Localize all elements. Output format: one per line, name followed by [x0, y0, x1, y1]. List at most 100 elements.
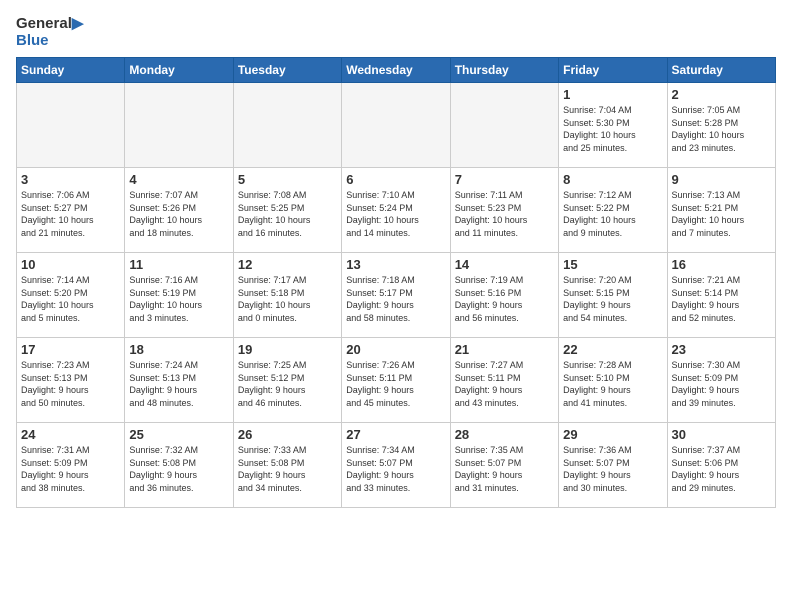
calendar-day-cell: 26 Sunrise: 7:33 AMSunset: 5:08 PMDayligh… [233, 423, 341, 508]
day-info: Sunrise: 7:30 AMSunset: 5:09 PMDaylight:… [672, 359, 771, 409]
logo: General▶ Blue [16, 16, 83, 49]
weekday-header-cell: Thursday [450, 58, 558, 83]
weekday-header-cell: Tuesday [233, 58, 341, 83]
day-info: Sunrise: 7:21 AMSunset: 5:14 PMDaylight:… [672, 274, 771, 324]
day-info: Sunrise: 7:06 AMSunset: 5:27 PMDaylight:… [21, 189, 120, 239]
calendar-day-cell [233, 83, 341, 168]
day-info: Sunrise: 7:17 AMSunset: 5:18 PMDaylight:… [238, 274, 337, 324]
day-number: 26 [238, 427, 337, 442]
day-number: 17 [21, 342, 120, 357]
day-info: Sunrise: 7:20 AMSunset: 5:15 PMDaylight:… [563, 274, 662, 324]
logo-general: General▶ [16, 16, 83, 33]
day-number: 29 [563, 427, 662, 442]
day-info: Sunrise: 7:14 AMSunset: 5:20 PMDaylight:… [21, 274, 120, 324]
day-info: Sunrise: 7:34 AMSunset: 5:07 PMDaylight:… [346, 444, 445, 494]
day-info: Sunrise: 7:35 AMSunset: 5:07 PMDaylight:… [455, 444, 554, 494]
day-number: 3 [21, 172, 120, 187]
day-number: 15 [563, 257, 662, 272]
calendar-day-cell: 10 Sunrise: 7:14 AMSunset: 5:20 PMDayligh… [17, 253, 125, 338]
calendar-day-cell: 1 Sunrise: 7:04 AMSunset: 5:30 PMDaylight… [559, 83, 667, 168]
day-info: Sunrise: 7:25 AMSunset: 5:12 PMDaylight:… [238, 359, 337, 409]
day-info: Sunrise: 7:19 AMSunset: 5:16 PMDaylight:… [455, 274, 554, 324]
logo-blue: Blue [16, 33, 83, 50]
day-number: 18 [129, 342, 228, 357]
calendar-week-row: 10 Sunrise: 7:14 AMSunset: 5:20 PMDayligh… [17, 253, 776, 338]
calendar-day-cell: 9 Sunrise: 7:13 AMSunset: 5:21 PMDaylight… [667, 168, 775, 253]
weekday-header-cell: Wednesday [342, 58, 450, 83]
day-number: 28 [455, 427, 554, 442]
calendar-day-cell: 5 Sunrise: 7:08 AMSunset: 5:25 PMDaylight… [233, 168, 341, 253]
day-number: 4 [129, 172, 228, 187]
calendar-table: SundayMondayTuesdayWednesdayThursdayFrid… [16, 57, 776, 508]
day-info: Sunrise: 7:05 AMSunset: 5:28 PMDaylight:… [672, 104, 771, 154]
calendar-day-cell: 25 Sunrise: 7:32 AMSunset: 5:08 PMDayligh… [125, 423, 233, 508]
calendar-day-cell: 4 Sunrise: 7:07 AMSunset: 5:26 PMDaylight… [125, 168, 233, 253]
day-info: Sunrise: 7:16 AMSunset: 5:19 PMDaylight:… [129, 274, 228, 324]
calendar-day-cell: 20 Sunrise: 7:26 AMSunset: 5:11 PMDayligh… [342, 338, 450, 423]
calendar-day-cell: 16 Sunrise: 7:21 AMSunset: 5:14 PMDayligh… [667, 253, 775, 338]
day-info: Sunrise: 7:23 AMSunset: 5:13 PMDaylight:… [21, 359, 120, 409]
day-number: 27 [346, 427, 445, 442]
day-info: Sunrise: 7:33 AMSunset: 5:08 PMDaylight:… [238, 444, 337, 494]
day-number: 13 [346, 257, 445, 272]
day-number: 8 [563, 172, 662, 187]
day-number: 19 [238, 342, 337, 357]
day-number: 11 [129, 257, 228, 272]
day-number: 14 [455, 257, 554, 272]
calendar-day-cell: 14 Sunrise: 7:19 AMSunset: 5:16 PMDayligh… [450, 253, 558, 338]
calendar-day-cell [17, 83, 125, 168]
calendar-day-cell: 18 Sunrise: 7:24 AMSunset: 5:13 PMDayligh… [125, 338, 233, 423]
calendar-day-cell: 2Sunrise: 7:05 AMSunset: 5:28 PMDaylight… [667, 83, 775, 168]
day-info: Sunrise: 7:11 AMSunset: 5:23 PMDaylight:… [455, 189, 554, 239]
weekday-header-cell: Sunday [17, 58, 125, 83]
day-number: 6 [346, 172, 445, 187]
day-info: Sunrise: 7:32 AMSunset: 5:08 PMDaylight:… [129, 444, 228, 494]
calendar-day-cell: 12 Sunrise: 7:17 AMSunset: 5:18 PMDayligh… [233, 253, 341, 338]
day-number: 7 [455, 172, 554, 187]
calendar-day-cell: 13 Sunrise: 7:18 AMSunset: 5:17 PMDayligh… [342, 253, 450, 338]
calendar-day-cell: 17 Sunrise: 7:23 AMSunset: 5:13 PMDayligh… [17, 338, 125, 423]
day-info: Sunrise: 7:28 AMSunset: 5:10 PMDaylight:… [563, 359, 662, 409]
day-info: Sunrise: 7:24 AMSunset: 5:13 PMDaylight:… [129, 359, 228, 409]
calendar-day-cell: 23Sunrise: 7:30 AMSunset: 5:09 PMDayligh… [667, 338, 775, 423]
day-number: 16 [672, 257, 771, 272]
calendar-day-cell: 15 Sunrise: 7:20 AMSunset: 5:15 PMDayligh… [559, 253, 667, 338]
calendar-day-cell: 8Sunrise: 7:12 AMSunset: 5:22 PMDaylight… [559, 168, 667, 253]
weekday-header-row: SundayMondayTuesdayWednesdayThursdayFrid… [17, 58, 776, 83]
day-info: Sunrise: 7:37 AMSunset: 5:06 PMDaylight:… [672, 444, 771, 494]
day-number: 12 [238, 257, 337, 272]
calendar-day-cell: 19 Sunrise: 7:25 AMSunset: 5:12 PMDayligh… [233, 338, 341, 423]
calendar-week-row: 24 Sunrise: 7:31 AMSunset: 5:09 PMDayligh… [17, 423, 776, 508]
day-number: 5 [238, 172, 337, 187]
calendar-day-cell: 21Sunrise: 7:27 AMSunset: 5:11 PMDayligh… [450, 338, 558, 423]
calendar-day-cell [450, 83, 558, 168]
day-number: 9 [672, 172, 771, 187]
day-number: 22 [563, 342, 662, 357]
day-info: Sunrise: 7:36 AMSunset: 5:07 PMDaylight:… [563, 444, 662, 494]
day-info: Sunrise: 7:13 AMSunset: 5:21 PMDaylight:… [672, 189, 771, 239]
calendar-day-cell: 11 Sunrise: 7:16 AMSunset: 5:19 PMDayligh… [125, 253, 233, 338]
calendar-week-row: 1 Sunrise: 7:04 AMSunset: 5:30 PMDaylight… [17, 83, 776, 168]
calendar-day-cell: 6Sunrise: 7:10 AMSunset: 5:24 PMDaylight… [342, 168, 450, 253]
day-number: 20 [346, 342, 445, 357]
day-info: Sunrise: 7:31 AMSunset: 5:09 PMDaylight:… [21, 444, 120, 494]
day-number: 10 [21, 257, 120, 272]
day-number: 25 [129, 427, 228, 442]
day-number: 30 [672, 427, 771, 442]
calendar-day-cell [125, 83, 233, 168]
calendar-day-cell: 7 Sunrise: 7:11 AMSunset: 5:23 PMDaylight… [450, 168, 558, 253]
day-number: 1 [563, 87, 662, 102]
day-info: Sunrise: 7:18 AMSunset: 5:17 PMDaylight:… [346, 274, 445, 324]
calendar-body: 1 Sunrise: 7:04 AMSunset: 5:30 PMDaylight… [17, 83, 776, 508]
calendar-day-cell: 30 Sunrise: 7:37 AMSunset: 5:06 PMDayligh… [667, 423, 775, 508]
day-info: Sunrise: 7:26 AMSunset: 5:11 PMDaylight:… [346, 359, 445, 409]
day-number: 24 [21, 427, 120, 442]
calendar-day-cell: 22 Sunrise: 7:28 AMSunset: 5:10 PMDayligh… [559, 338, 667, 423]
calendar-week-row: 17 Sunrise: 7:23 AMSunset: 5:13 PMDayligh… [17, 338, 776, 423]
calendar-day-cell: 28 Sunrise: 7:35 AMSunset: 5:07 PMDayligh… [450, 423, 558, 508]
day-info: Sunrise: 7:07 AMSunset: 5:26 PMDaylight:… [129, 189, 228, 239]
day-info: Sunrise: 7:04 AMSunset: 5:30 PMDaylight:… [563, 104, 662, 154]
calendar-day-cell: 29 Sunrise: 7:36 AMSunset: 5:07 PMDayligh… [559, 423, 667, 508]
page-header: General▶ Blue [16, 16, 776, 49]
day-info: Sunrise: 7:08 AMSunset: 5:25 PMDaylight:… [238, 189, 337, 239]
